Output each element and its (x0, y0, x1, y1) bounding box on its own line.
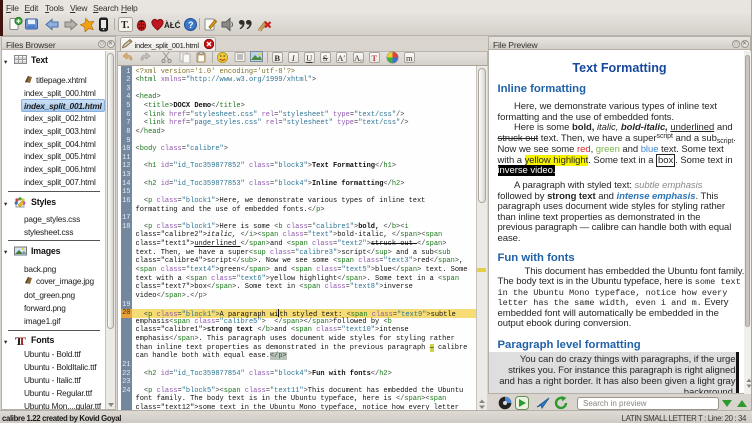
svg-text:ÀŁĆ: ÀŁĆ (164, 21, 181, 30)
svg-text:T: T (18, 335, 26, 346)
svg-text:?: ? (188, 20, 194, 30)
svg-text:T.: T. (121, 20, 130, 31)
